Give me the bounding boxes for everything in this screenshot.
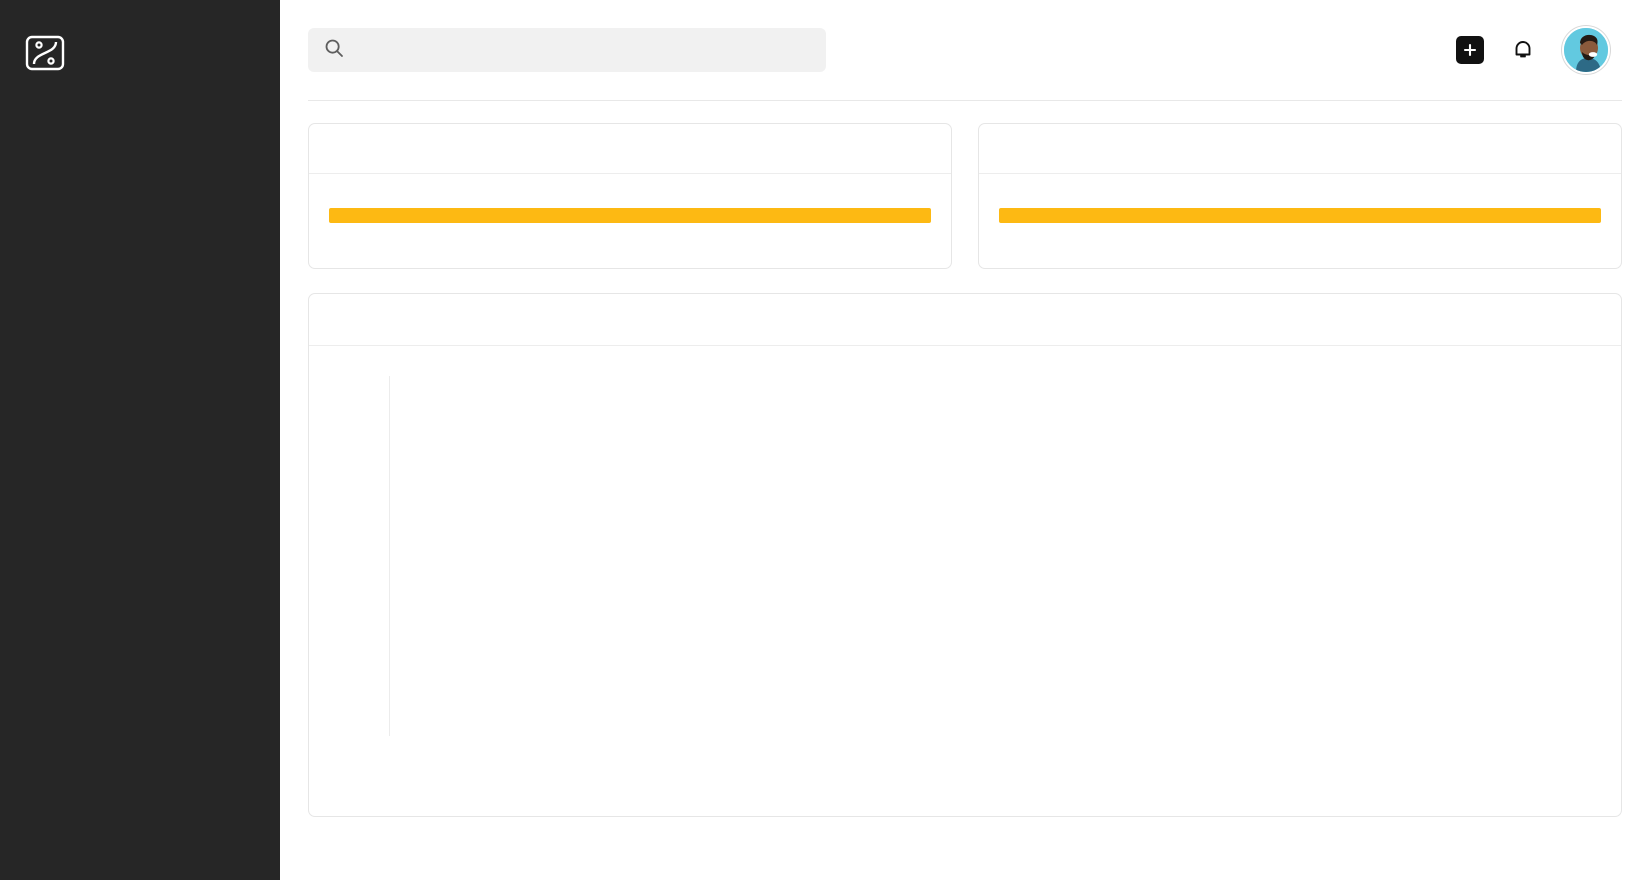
- progress-overdue-segment: [329, 208, 931, 223]
- topbar: [280, 0, 1650, 100]
- chart-x-axis: [389, 744, 1157, 774]
- bell-icon[interactable]: [1510, 36, 1536, 64]
- card-body: [309, 346, 1621, 816]
- brand[interactable]: [0, 20, 280, 80]
- legend-current: [999, 239, 1300, 246]
- search-input[interactable]: [308, 28, 826, 72]
- cash-flow-card: [308, 293, 1622, 817]
- total-receivables-card: [308, 123, 952, 269]
- plus-icon[interactable]: [1456, 36, 1484, 64]
- card-legend: [329, 239, 931, 246]
- card-legend: [999, 239, 1601, 246]
- legend-overdue: [1300, 239, 1601, 246]
- card-body: [979, 174, 1621, 268]
- main-area: [280, 0, 1650, 880]
- chart-wrap: [327, 376, 1157, 796]
- legend-current: [329, 239, 630, 246]
- summary-cards: [308, 123, 1622, 269]
- chart-y-axis: [327, 376, 379, 736]
- search-icon: [324, 38, 344, 63]
- cash-flow-summary: [1159, 346, 1621, 816]
- progress-overdue-segment: [999, 208, 1601, 223]
- receivables-progress-bar: [329, 208, 931, 223]
- card-header: [309, 294, 1621, 346]
- card-header: [309, 124, 951, 174]
- sidebar: [0, 0, 280, 880]
- payables-progress-bar: [999, 208, 1601, 223]
- total-payables-card: [978, 123, 1622, 269]
- card-header: [979, 124, 1621, 174]
- books-logo-icon: [24, 32, 66, 74]
- app-root: [0, 0, 1650, 880]
- user-avatar[interactable]: [1562, 26, 1610, 74]
- card-body: [309, 174, 951, 268]
- legend-overdue: [630, 239, 931, 246]
- cash-flow-chart: [309, 346, 1159, 816]
- topbar-actions: [1456, 26, 1622, 74]
- dashboard-content: [280, 101, 1650, 817]
- chart-plot-area: [389, 376, 1157, 736]
